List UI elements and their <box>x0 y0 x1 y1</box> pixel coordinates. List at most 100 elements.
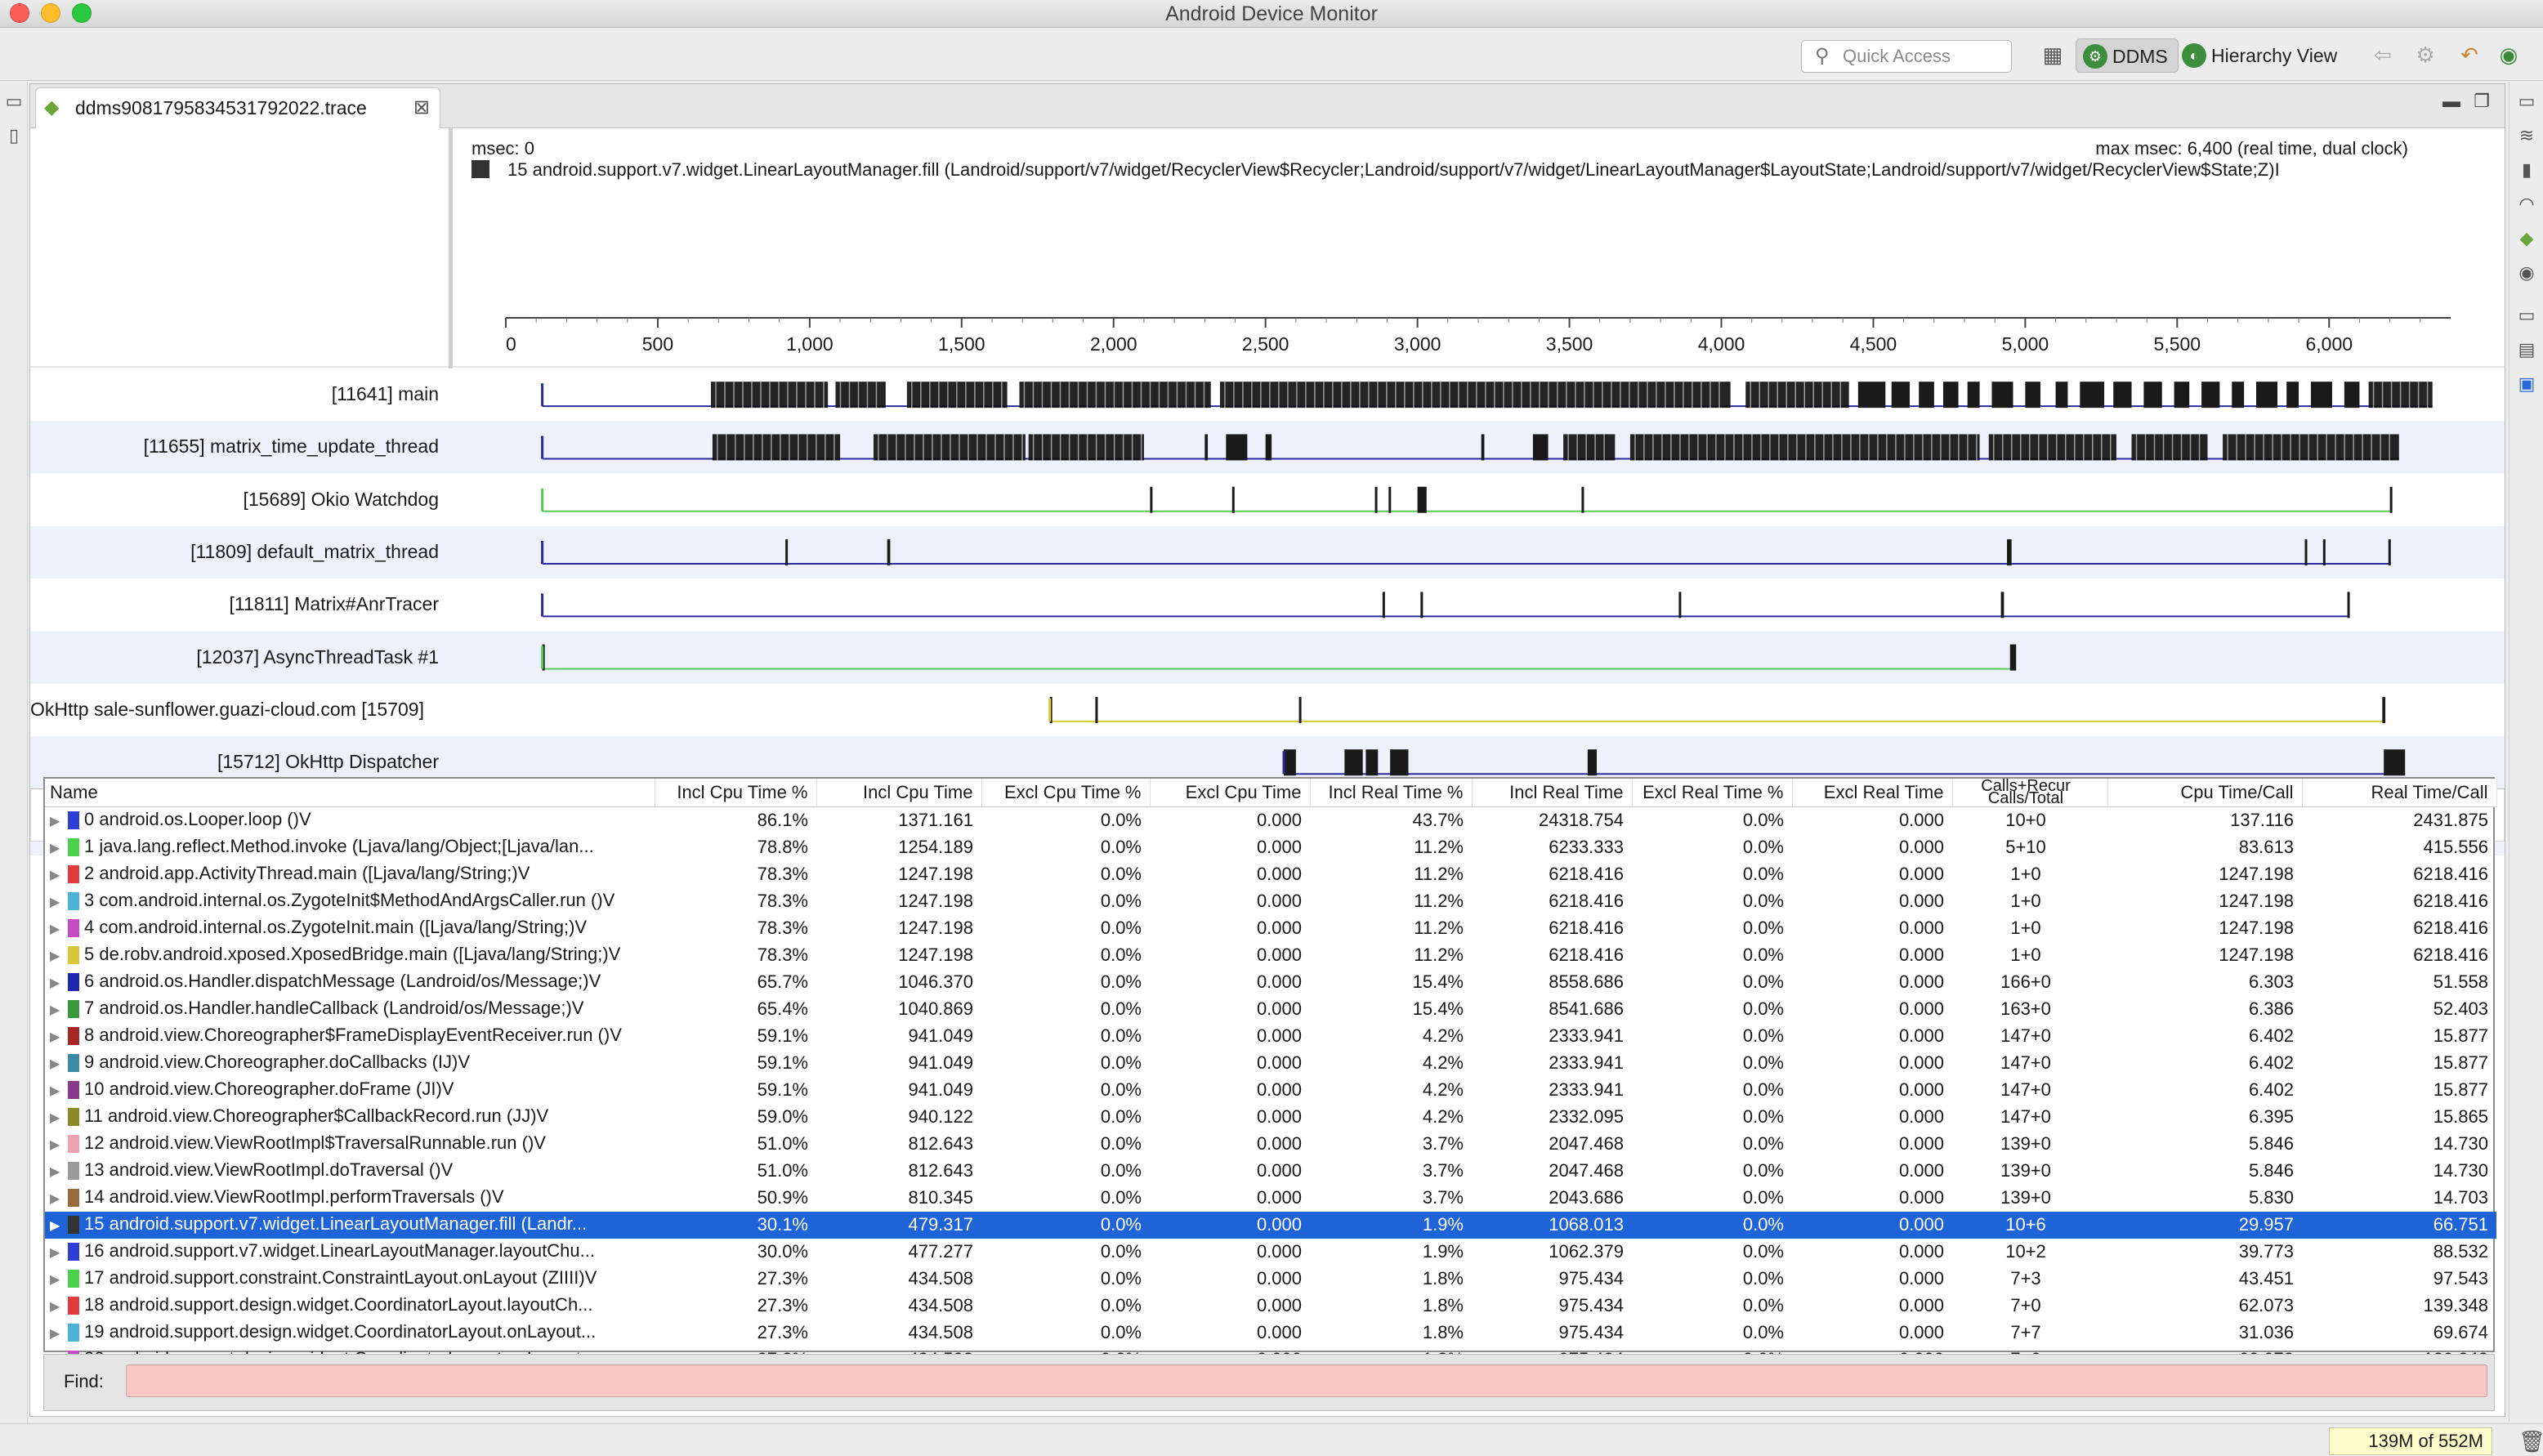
column-header[interactable]: Incl Real Time % <box>1310 779 1473 807</box>
expand-arrow-icon[interactable]: ▶ <box>50 1322 68 1347</box>
profile-table[interactable]: Name Incl Cpu Time % Incl Cpu Time Excl Cpu… <box>43 777 2497 1396</box>
table-row[interactable]: ▶ 6 android.os.Handler.dispatchMessage (L… <box>45 969 2496 996</box>
expand-arrow-icon[interactable]: ▶ <box>50 1187 68 1212</box>
table-row[interactable]: ▶ 11 android.view.Choreographer$CallbackR… <box>45 1104 2496 1131</box>
column-header[interactable]: Real Time/Call <box>2302 779 2497 807</box>
quick-access-input[interactable]: ⚲ Quick Access <box>1801 40 2012 73</box>
expand-arrow-icon[interactable]: ▶ <box>50 1025 68 1050</box>
restore-icon[interactable]: ▭ <box>2515 90 2538 113</box>
table-row[interactable]: ▶ 13 android.view.ViewRootImpl.doTraversa… <box>45 1158 2496 1185</box>
trash-icon[interactable]: 🗑 <box>2518 1429 2543 1454</box>
table-row[interactable]: ▶ 8 android.view.Choreographer$FrameDispl… <box>45 1023 2496 1050</box>
devices-icon[interactable]: ▯ <box>2 124 25 147</box>
table-row[interactable]: ▶ 1 java.lang.reflect.Method.invoke (Ljav… <box>45 834 2496 861</box>
table-row[interactable]: ▶ 9 android.view.Choreographer.doCallback… <box>45 1050 2496 1077</box>
expand-arrow-icon[interactable]: ▶ <box>50 864 68 888</box>
gear-icon[interactable]: ⚙ <box>2411 40 2440 69</box>
heap-icon[interactable]: ▮ <box>2515 159 2538 181</box>
table-row[interactable]: ▶ 17 android.support.constraint.Constrain… <box>45 1266 2496 1293</box>
expand-arrow-icon[interactable]: ▶ <box>50 1106 68 1131</box>
expand-arrow-icon[interactable]: ▶ <box>50 1052 68 1077</box>
table-row[interactable]: ▶ 3 com.android.internal.os.ZygoteInit$Me… <box>45 888 2496 915</box>
table-row[interactable]: ▶ 10 android.view.Choreographer.doFrame (… <box>45 1077 2496 1104</box>
thread-label[interactable]: [15712] OkHttp Dispatcher <box>30 751 444 773</box>
thread-label[interactable]: [11809] default_matrix_thread <box>30 541 444 563</box>
expand-arrow-icon[interactable]: ▶ <box>50 837 68 861</box>
table-row[interactable]: ▶ 5 de.robv.android.xposed.XposedBridge.m… <box>45 942 2496 969</box>
logcat-icon[interactable]: ▤ <box>2515 338 2538 361</box>
back-icon[interactable]: ⇦ <box>2368 40 2398 69</box>
tab-label: ddms9081795834531792022.trace <box>75 97 367 118</box>
table-cell: 6218.416 <box>1549 891 1624 911</box>
expand-arrow-icon[interactable]: ▶ <box>50 1268 68 1293</box>
thread-label[interactable]: [11641] main <box>30 383 444 405</box>
undo-icon[interactable]: ↶ <box>2455 40 2484 69</box>
expand-arrow-icon[interactable]: ▶ <box>50 1133 68 1158</box>
expand-arrow-icon[interactable]: ▶ <box>50 810 68 834</box>
tab-trace-file[interactable]: ◆ ddms9081795834531792022.trace ⊠ <box>35 87 440 128</box>
column-header[interactable]: Incl Cpu Time <box>816 779 982 807</box>
column-header[interactable]: Excl Cpu Time % <box>981 779 1151 807</box>
expand-arrow-icon[interactable]: ▶ <box>50 1160 68 1185</box>
column-header[interactable]: Incl Real Time <box>1472 779 1633 807</box>
emulator-icon[interactable]: ◉ <box>2515 261 2538 284</box>
open-perspective-icon[interactable]: ▦ <box>2038 40 2067 69</box>
thread-label[interactable]: [12037] AsyncThreadTask #1 <box>30 646 444 668</box>
table-cell: 78.3% <box>757 891 808 911</box>
threads-icon[interactable]: ≋ <box>2515 124 2538 147</box>
expand-arrow-icon[interactable]: ▶ <box>50 1079 68 1104</box>
close-icon[interactable]: ⊠ <box>413 88 430 127</box>
perspective-ddms[interactable]: ⚙ DDMS <box>2076 38 2179 73</box>
table-row[interactable]: ▶ 2 android.app.ActivityThread.main ([Lja… <box>45 861 2496 888</box>
maximize-icon[interactable]: ❐ <box>2474 91 2490 112</box>
thread-label[interactable]: [11655] matrix_time_update_thread <box>30 435 444 458</box>
table-row[interactable]: ▶ 4 com.android.internal.os.ZygoteInit.ma… <box>45 915 2496 942</box>
device-icon[interactable]: ◉ <box>2494 40 2523 69</box>
table-cell: 941.049 <box>908 1025 973 1046</box>
thread-call-segment <box>1226 434 1248 461</box>
column-header[interactable]: Excl Real Time % <box>1632 779 1793 807</box>
thread-label[interactable]: [15689] Okio Watchdog <box>30 489 444 511</box>
expand-arrow-icon[interactable]: ▶ <box>50 998 68 1023</box>
minimize-icon[interactable]: ▬ <box>2442 91 2460 112</box>
table-row[interactable]: ▶ 0 android.os.Looper.loop ()V 86.1% 1371.1… <box>45 806 2496 834</box>
column-header[interactable]: Cpu Time/Call <box>2107 779 2303 807</box>
expand-arrow-icon[interactable]: ▶ <box>50 1214 68 1239</box>
table-row[interactable]: ▶ 16 android.support.v7.widget.LinearLayo… <box>45 1239 2496 1266</box>
restore-icon[interactable]: ▭ <box>2 90 25 113</box>
android-icon[interactable]: ◆ <box>2515 227 2538 250</box>
table-row[interactable]: ▶ 14 android.view.ViewRootImpl.performTra… <box>45 1185 2496 1212</box>
heap-status[interactable]: 139M of 552M <box>2329 1427 2492 1455</box>
column-header[interactable]: Excl Real Time <box>1792 779 1953 807</box>
expand-arrow-icon[interactable]: ▶ <box>50 918 68 942</box>
expand-arrow-icon[interactable]: ▶ <box>50 1295 68 1320</box>
column-header[interactable]: Incl Cpu Time % <box>655 779 817 807</box>
thread-label[interactable]: [15709] OkHttp sale-sunflower.guazi-clou… <box>30 699 444 721</box>
thread-call-segment <box>2025 382 2040 409</box>
axis-tick-label: 3,000 <box>1394 333 1441 355</box>
network-icon[interactable]: ◠ <box>2515 193 2538 216</box>
column-header[interactable]: Name <box>45 779 655 807</box>
table-cell: 88.532 <box>2433 1241 2488 1262</box>
table-row[interactable]: ▶ 18 android.support.design.widget.Coordi… <box>45 1293 2496 1320</box>
find-input[interactable] <box>126 1364 2487 1397</box>
restore-icon[interactable]: ▭ <box>2515 304 2538 327</box>
expand-arrow-icon[interactable]: ▶ <box>50 1241 68 1266</box>
thread-call-segment <box>2344 382 2360 409</box>
console-icon[interactable]: ▣ <box>2515 373 2538 395</box>
expand-arrow-icon[interactable]: ▶ <box>50 945 68 969</box>
thread-label[interactable]: [11811] Matrix#AnrTracer <box>30 593 444 615</box>
table-cell: 0.000 <box>1898 864 1944 884</box>
table-cell: 65.4% <box>757 998 808 1019</box>
column-header[interactable]: Excl Cpu Time <box>1150 779 1311 807</box>
expand-arrow-icon[interactable]: ▶ <box>50 971 68 996</box>
table-row[interactable]: ▶ 7 android.os.Handler.handleCallback (La… <box>45 996 2496 1023</box>
expand-arrow-icon[interactable]: ▶ <box>50 891 68 915</box>
column-header[interactable]: Calls+Recur Calls/Total <box>1952 779 2108 807</box>
table-row[interactable]: ▶ 15 android.support.v7.widget.LinearLayo… <box>45 1211 2496 1239</box>
title-bar: Android Device Monitor <box>0 0 2543 28</box>
table-row[interactable]: ▶ 19 android.support.design.widget.Coordi… <box>45 1320 2496 1347</box>
method-color-swatch <box>68 1296 79 1315</box>
perspective-hierarchy-view[interactable]: ◐ Hierarchy View <box>2175 38 2347 73</box>
table-row[interactable]: ▶ 12 android.view.ViewRootImpl$TraversalR… <box>45 1131 2496 1158</box>
